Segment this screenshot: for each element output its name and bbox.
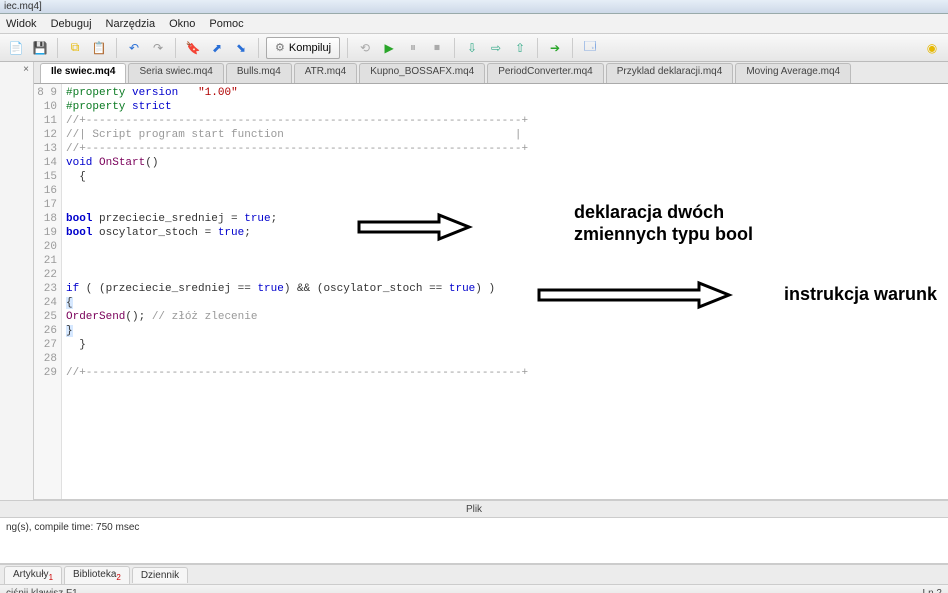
menu-debuguj[interactable]: Debuguj (51, 18, 92, 30)
bookmark-icon[interactable]: 🔖 (183, 38, 203, 58)
status-position: Ln 2 (923, 588, 942, 593)
tab-biblioteka[interactable]: Biblioteka2 (64, 566, 130, 584)
arrow-annotation-1 (354, 212, 474, 242)
separator (537, 38, 538, 58)
workspace: × Ile swiec.mq4Seria swiec.mq4Bulls.mq4A… (0, 62, 948, 500)
status-hint: ciśnij klawisz F1 (6, 588, 78, 593)
copy-icon[interactable]: ⧉ (65, 38, 85, 58)
separator (116, 38, 117, 58)
title-bar: iec.mq4] (0, 0, 948, 14)
bookmark-prev-icon[interactable]: ⬊ (231, 38, 251, 58)
window-title: iec.mq4] (4, 1, 42, 12)
file-tab[interactable]: Seria swiec.mq4 (128, 63, 223, 83)
compile-label: Kompiluj (289, 42, 331, 54)
separator (454, 38, 455, 58)
save-icon[interactable]: 💾 (30, 38, 50, 58)
compile-button[interactable]: ⚙ Kompiluj (266, 37, 340, 59)
toolbar: 📄 💾 ⧉ 📋 ↶ ↷ 🔖 ⬈ ⬊ ⚙ Kompiluj ⟲ ▶ ⏸ ⏹ ⇩ ⇨… (0, 34, 948, 62)
play-icon[interactable]: ▶ (379, 38, 399, 58)
separator (57, 38, 58, 58)
annotation-condition: instrukcja warunk (784, 284, 937, 306)
paste-icon[interactable]: 📋 (89, 38, 109, 58)
line-gutter: 8 9 10 11 12 13 14 15 16 17 18 19 20 21 … (34, 84, 62, 499)
menu-bar: Widok Debuguj Narzędzia Okno Pomoc (0, 14, 948, 34)
output-header-label: Plik (466, 504, 482, 515)
undo-icon[interactable]: ↶ (124, 38, 144, 58)
step-over-icon[interactable]: ⇨ (486, 38, 506, 58)
bottom-tab-strip: Artykuły1 Biblioteka2 Dziennik (0, 564, 948, 584)
separator (175, 38, 176, 58)
gear-icon: ⚙ (275, 41, 285, 54)
output-text: ng(s), compile time: 750 msec (6, 522, 139, 533)
tab-dziennik[interactable]: Dziennik (132, 567, 188, 583)
stop-icon[interactable]: ⏹ (427, 38, 447, 58)
output-header: Plik (0, 500, 948, 518)
bookmark-next-icon[interactable]: ⬈ (207, 38, 227, 58)
code-editor[interactable]: 8 9 10 11 12 13 14 15 16 17 18 19 20 21 … (34, 84, 948, 500)
output-panel: ng(s), compile time: 750 msec (0, 518, 948, 564)
file-tab-strip: Ile swiec.mq4Seria swiec.mq4Bulls.mq4ATR… (34, 62, 948, 84)
step-out-icon[interactable]: ⇧ (510, 38, 530, 58)
navigator-panel: × (0, 62, 34, 500)
tab-artykuly[interactable]: Artykuły1 (4, 566, 62, 584)
arrow-right-icon[interactable]: ➔ (545, 38, 565, 58)
redo-icon[interactable]: ↷ (148, 38, 168, 58)
menu-pomoc[interactable]: Pomoc (209, 18, 243, 30)
separator (258, 38, 259, 58)
separator (347, 38, 348, 58)
arrow-annotation-2 (534, 280, 734, 310)
file-tab[interactable]: Bulls.mq4 (226, 63, 292, 83)
menu-widok[interactable]: Widok (6, 18, 37, 30)
status-bar: ciśnij klawisz F1 Ln 2 (0, 584, 948, 593)
editor-area: Ile swiec.mq4Seria swiec.mq4Bulls.mq4ATR… (34, 62, 948, 500)
file-tab[interactable]: Moving Average.mq4 (735, 63, 851, 83)
file-tab[interactable]: ATR.mq4 (294, 63, 358, 83)
close-icon[interactable]: × (23, 64, 29, 75)
help-icon[interactable]: ◉ (922, 38, 942, 58)
file-tab[interactable]: Ile swiec.mq4 (40, 63, 126, 83)
new-file-icon[interactable]: 📄 (6, 38, 26, 58)
menu-okno[interactable]: Okno (169, 18, 195, 30)
file-tab[interactable]: Kupno_BOSSAFX.mq4 (359, 63, 485, 83)
separator (572, 38, 573, 58)
file-tab[interactable]: PeriodConverter.mq4 (487, 63, 604, 83)
annotation-declaration: deklaracja dwóch zmiennych typu bool (574, 202, 753, 245)
debug-restart-icon[interactable]: ⟲ (355, 38, 375, 58)
pause-icon[interactable]: ⏸ (403, 38, 423, 58)
file-tab[interactable]: Przyklad deklaracji.mq4 (606, 63, 734, 83)
step-in-icon[interactable]: ⇩ (462, 38, 482, 58)
menu-narzedzia[interactable]: Narzędzia (106, 18, 156, 30)
window-icon[interactable]: 🗔 (580, 38, 600, 58)
